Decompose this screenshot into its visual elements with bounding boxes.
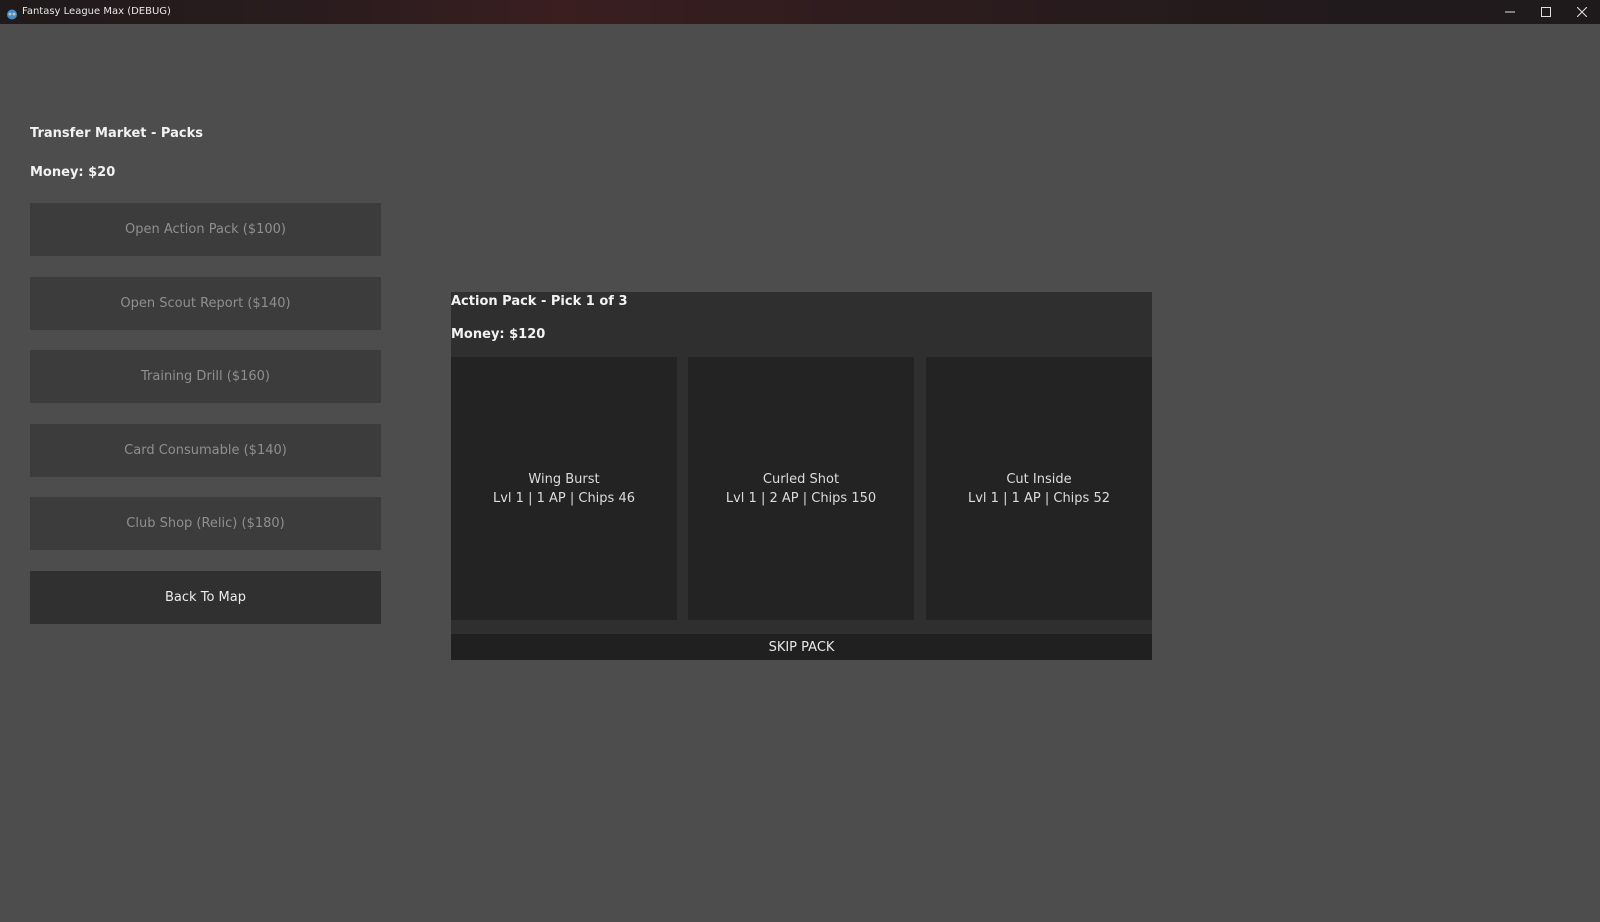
money-label: Money: $20 <box>30 165 116 180</box>
minimize-button[interactable] <box>1492 0 1528 24</box>
open-action-pack-button[interactable]: Open Action Pack ($100) <box>30 203 381 256</box>
pack-title: Action Pack - Pick 1 of 3 <box>451 294 628 309</box>
minimize-icon <box>1505 7 1515 17</box>
window-title: Fantasy League Max (DEBUG) <box>22 6 171 17</box>
card-name: Wing Burst <box>528 471 600 487</box>
card-stats: Lvl 1 | 1 AP | Chips 52 <box>967 490 1110 506</box>
card-option-cut-inside[interactable]: Cut Inside Lvl 1 | 1 AP | Chips 52 <box>926 357 1152 620</box>
maximize-icon <box>1541 7 1551 17</box>
close-icon <box>1577 7 1587 17</box>
pack-panel: Action Pack - Pick 1 of 3 Money: $120 Wi… <box>451 292 1152 660</box>
maximize-button[interactable] <box>1528 0 1564 24</box>
card-stats: Lvl 1 | 2 AP | Chips 150 <box>725 490 877 506</box>
card-consumable-button[interactable]: Card Consumable ($140) <box>30 424 381 477</box>
club-shop-relic-button[interactable]: Club Shop (Relic) ($180) <box>30 497 381 550</box>
close-button[interactable] <box>1564 0 1600 24</box>
training-drill-button[interactable]: Training Drill ($160) <box>30 350 381 403</box>
window-titlebar[interactable]: Fantasy League Max (DEBUG) <box>0 0 1600 24</box>
card-stats: Lvl 1 | 1 AP | Chips 46 <box>492 490 635 506</box>
back-to-map-button[interactable]: Back To Map <box>30 571 381 624</box>
card-option-wing-burst[interactable]: Wing Burst Lvl 1 | 1 AP | Chips 46 <box>451 357 677 620</box>
open-scout-report-button[interactable]: Open Scout Report ($140) <box>30 277 381 330</box>
pack-money-label: Money: $120 <box>451 327 546 342</box>
page-title: Transfer Market - Packs <box>30 126 203 141</box>
card-name: Curled Shot <box>762 471 840 487</box>
card-name: Cut Inside <box>1006 471 1072 487</box>
godot-icon <box>6 5 18 20</box>
card-option-curled-shot[interactable]: Curled Shot Lvl 1 | 2 AP | Chips 150 <box>688 357 914 620</box>
skip-pack-button[interactable]: SKIP PACK <box>451 634 1152 660</box>
